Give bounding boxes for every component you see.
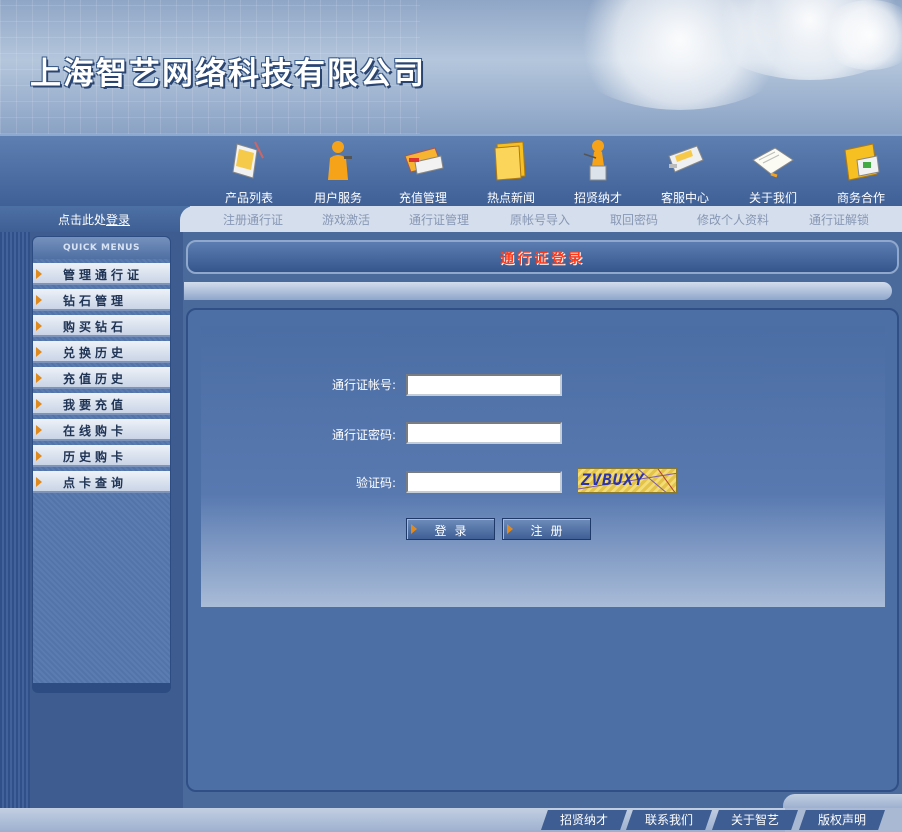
header-banner: 上海智艺网络科技有限公司: [0, 0, 902, 134]
sub-item-register[interactable]: 注册通行证: [223, 211, 283, 228]
nav-item-recharge[interactable]: 充值管理: [383, 136, 463, 206]
phone-icon: [668, 145, 704, 173]
nav-item-products[interactable]: 产品列表: [209, 136, 289, 206]
menu-item-exchange-history[interactable]: 兑换历史: [33, 341, 170, 363]
nav-label: 用户服务: [313, 191, 362, 205]
menu-item-buy-diamond[interactable]: 购买钻石: [33, 315, 170, 337]
nav-label: 关于我们: [748, 191, 797, 205]
footer-link-contact[interactable]: 联系我们: [626, 810, 712, 830]
quick-menu: QUICK MENUS 管理通行证 钻石管理 购买钻石 兑换历史 充值历史 我要…: [32, 236, 171, 693]
left-stripe-decoration: [0, 232, 30, 808]
arrow-right-icon: [36, 295, 42, 305]
password-input[interactable]: [406, 422, 562, 444]
menu-item-card-query[interactable]: 点卡查询: [33, 471, 170, 493]
nav-label: 产品列表: [224, 191, 273, 205]
main-nav: 产品列表 用户服务 充值管理 热点新闻 招贤纳才 客服中心 关于我们 商务合作: [0, 134, 902, 206]
footer-link-about[interactable]: 关于智艺: [712, 810, 798, 830]
footer-link-recruit[interactable]: 招贤纳才: [541, 810, 627, 830]
quick-menu-footer: [32, 683, 171, 693]
sub-item-activate[interactable]: 游戏激活: [322, 211, 370, 228]
captcha-image[interactable]: ZVBUXY: [577, 468, 677, 493]
arrow-right-icon: [36, 399, 42, 409]
sub-item-unlock[interactable]: 通行证解锁: [809, 211, 869, 228]
arrow-right-icon: [36, 425, 42, 435]
folder-icon: [494, 141, 526, 181]
nav-item-recruit[interactable]: 招贤纳才: [558, 136, 638, 206]
captcha-label: 验证码:: [355, 476, 396, 490]
nav-label: 招贤纳才: [573, 191, 622, 205]
menu-item-label: 钻石管理: [63, 294, 128, 308]
captcha-input[interactable]: [406, 471, 562, 493]
register-button[interactable]: 注册: [502, 518, 591, 540]
nav-label: 商务合作: [836, 191, 885, 205]
account-label: 通行证帐号:: [331, 378, 396, 392]
arrow-right-icon: [36, 477, 42, 487]
menu-item-manage-pass[interactable]: 管理通行证: [33, 263, 170, 285]
menu-item-label: 历史购卡: [63, 450, 128, 464]
nav-item-news[interactable]: 热点新闻: [471, 136, 551, 206]
nav-item-about[interactable]: 关于我们: [733, 136, 813, 206]
sub-item-manage[interactable]: 通行证管理: [409, 211, 469, 228]
nav-item-business[interactable]: 商务合作: [821, 136, 901, 206]
sub-item-recover-password[interactable]: 取回密码: [610, 211, 658, 228]
nav-item-user-service[interactable]: 用户服务: [298, 136, 378, 206]
menu-item-label: 点卡查询: [63, 476, 128, 490]
login-button[interactable]: 登录: [406, 518, 495, 540]
page-title: 通行证登录: [500, 251, 585, 267]
sub-nav: 点击此处登录 注册通行证 游戏激活 通行证管理 原帐号导入 取回密码 修改个人资…: [0, 206, 902, 232]
account-input[interactable]: [406, 374, 562, 396]
menu-item-label: 我要充值: [63, 398, 128, 412]
arrow-right-icon: [36, 269, 42, 279]
nav-label: 充值管理: [398, 191, 447, 205]
password-label: 通行证密码:: [331, 428, 396, 442]
menu-item-recharge[interactable]: 我要充值: [33, 393, 170, 415]
arrow-right-icon: [36, 347, 42, 357]
captcha-text: ZVBUXY: [581, 470, 645, 489]
subbar-divider: [180, 206, 198, 232]
user-service-icon: [328, 141, 352, 180]
file-folder-icon: [844, 143, 880, 181]
login-prefix: 点击此处: [58, 213, 107, 227]
menu-item-buy-card-online[interactable]: 在线购卡: [33, 419, 170, 441]
login-form-panel: [201, 326, 885, 607]
nav-label: 客服中心: [660, 191, 709, 205]
arrow-right-icon: [36, 321, 42, 331]
menu-item-label: 管理通行证: [63, 268, 144, 282]
cards-icon: [404, 147, 444, 175]
pda-icon: [232, 141, 264, 179]
page-title-bar: 通行证登录: [186, 240, 899, 274]
arrow-right-icon: [36, 451, 42, 461]
nav-label: 热点新闻: [486, 191, 535, 205]
footer-curve: [783, 794, 902, 808]
company-name: 上海智艺网络科技有限公司: [30, 56, 426, 92]
arrow-right-icon: [36, 373, 42, 383]
menu-item-card-history[interactable]: 历史购卡: [33, 445, 170, 467]
login-button-label: 登录: [434, 524, 475, 538]
sub-item-edit-profile[interactable]: 修改个人资料: [697, 211, 769, 228]
login-prompt: 点击此处登录: [58, 211, 130, 228]
footer-link-copyright[interactable]: 版权声明: [799, 810, 885, 830]
menu-item-label: 兑换历史: [63, 346, 128, 360]
nav-item-service-center[interactable]: 客服中心: [645, 136, 725, 206]
menu-item-label: 在线购卡: [63, 424, 128, 438]
notebook-icon: [752, 147, 794, 178]
login-link[interactable]: 登录: [106, 213, 130, 227]
quick-menu-header: QUICK MENUS: [33, 237, 170, 259]
register-button-label: 注册: [530, 524, 571, 538]
speaker-icon: [583, 140, 607, 181]
menu-item-diamond-manage[interactable]: 钻石管理: [33, 289, 170, 311]
menu-item-recharge-history[interactable]: 充值历史: [33, 367, 170, 389]
divider-bar: [184, 282, 892, 300]
footer: 招贤纳才 联系我们 关于智艺 版权声明: [0, 794, 902, 832]
menu-item-label: 充值历史: [63, 372, 128, 386]
menu-item-label: 购买钻石: [63, 320, 128, 334]
sub-item-import[interactable]: 原帐号导入: [510, 211, 570, 228]
